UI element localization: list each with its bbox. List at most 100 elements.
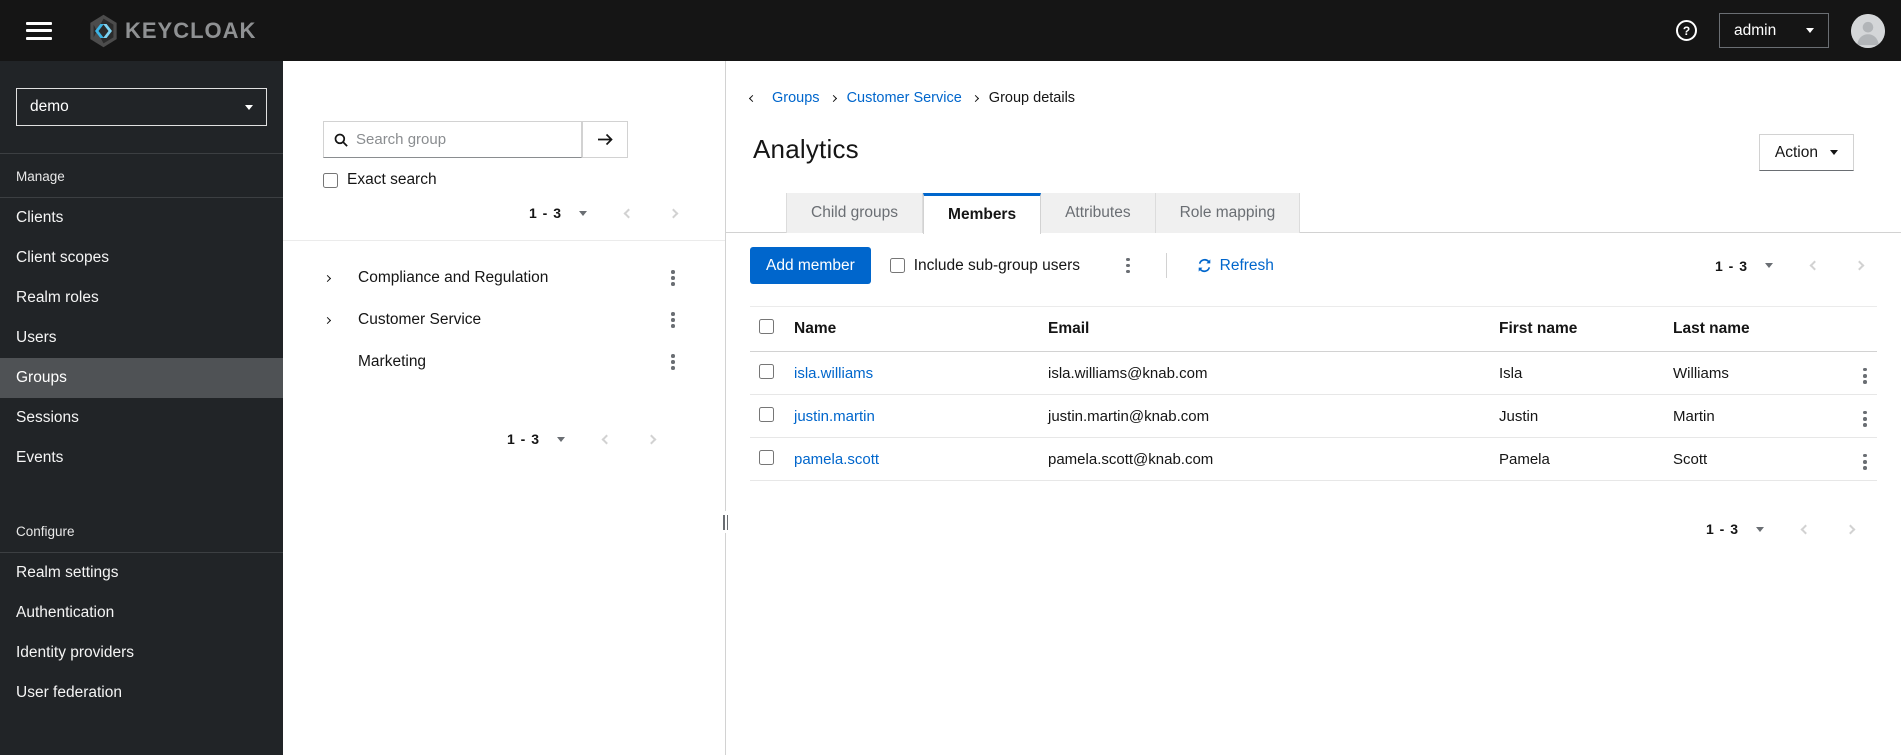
hamburger-menu-icon[interactable] <box>26 21 52 40</box>
member-last-name: Scott <box>1673 450 1708 468</box>
tab-role-mapping[interactable]: Role mapping <box>1155 193 1301 233</box>
user-menu-dropdown[interactable]: admin <box>1719 13 1829 48</box>
chevron-down-icon <box>1806 28 1814 33</box>
column-header-first-name[interactable]: First name <box>1499 307 1673 352</box>
pagination-next-button[interactable] <box>1854 260 1865 271</box>
brand-text: KEYCLOAK <box>125 17 257 43</box>
member-name-link[interactable]: isla.williams <box>794 365 873 382</box>
sidebar-item-client-scopes[interactable]: Client scopes <box>0 238 283 278</box>
column-header-last-name[interactable]: Last name <box>1673 307 1831 352</box>
expand-icon[interactable] <box>323 274 347 282</box>
chevron-down-icon[interactable] <box>1765 263 1773 268</box>
help-icon[interactable]: ? <box>1676 20 1697 41</box>
chevron-down-icon[interactable] <box>579 210 587 216</box>
member-last-name: Martin <box>1673 407 1715 425</box>
breadcrumb: Groups Customer Service Group details <box>748 90 1075 106</box>
pagination-next-button[interactable] <box>668 208 679 218</box>
tab-members[interactable]: Members <box>923 193 1042 234</box>
member-name-link[interactable]: justin.martin <box>794 408 875 425</box>
row-kebab-icon[interactable] <box>1857 407 1873 431</box>
member-name-link[interactable]: pamela.scott <box>794 451 879 468</box>
pagination-prev-button[interactable] <box>601 434 612 444</box>
row-checkbox[interactable] <box>759 406 774 422</box>
tree-pagination-top: 1 - 3 <box>529 205 679 221</box>
chevron-down-icon <box>1830 150 1838 155</box>
add-member-button[interactable]: Add member <box>750 247 871 284</box>
chevron-down-icon[interactable] <box>557 436 565 442</box>
sidebar-item-realm-settings[interactable]: Realm settings <box>0 553 283 593</box>
masthead: KEYCLOAK ? admin <box>0 0 1901 61</box>
kebab-menu-icon[interactable] <box>665 266 681 290</box>
back-chevron-icon[interactable] <box>748 94 757 102</box>
panel-resize-handle[interactable] <box>720 511 731 533</box>
sidebar-item-events[interactable]: Events <box>0 438 283 478</box>
pagination-range[interactable]: 1 - 3 <box>529 205 562 221</box>
refresh-label: Refresh <box>1219 256 1274 274</box>
row-checkbox[interactable] <box>759 363 774 379</box>
include-subgroups-label: Include sub-group users <box>913 256 1081 274</box>
arrow-right-icon <box>597 133 613 146</box>
sidebar: demo Manage Clients Client scopes Realm … <box>0 61 283 755</box>
pagination-next-button[interactable] <box>646 434 657 444</box>
kebab-menu-icon[interactable] <box>665 308 681 332</box>
sidebar-item-sessions[interactable]: Sessions <box>0 398 283 438</box>
nav-section-configure: Configure <box>0 509 283 553</box>
column-header-email[interactable]: Email <box>1048 307 1499 352</box>
sidebar-item-identity-providers[interactable]: Identity providers <box>0 633 283 673</box>
action-dropdown[interactable]: Action <box>1758 134 1854 171</box>
search-group-input[interactable] <box>356 131 571 148</box>
include-subgroups-checkbox[interactable] <box>889 258 905 273</box>
chevron-down-icon[interactable] <box>1756 526 1764 532</box>
row-kebab-icon[interactable] <box>1857 450 1873 474</box>
tree-item-label[interactable]: Compliance and Regulation <box>358 269 665 287</box>
chevron-right-icon <box>829 94 837 102</box>
search-submit-button[interactable] <box>582 121 628 158</box>
pagination-prev-button[interactable] <box>623 208 634 218</box>
row-checkbox[interactable] <box>759 449 774 465</box>
member-email: isla.williams@knab.com <box>1048 364 1208 382</box>
breadcrumb-link-customer-service[interactable]: Customer Service <box>847 90 962 106</box>
action-dropdown-label: Action <box>1774 143 1818 161</box>
realm-selector[interactable]: demo <box>16 88 267 126</box>
realm-selector-block: demo <box>0 61 283 154</box>
refresh-button[interactable]: Refresh <box>1197 257 1274 275</box>
groups-tree: Compliance and Regulation Customer Servi… <box>283 257 725 383</box>
sidebar-item-clients[interactable]: Clients <box>0 198 283 238</box>
sidebar-item-users[interactable]: Users <box>0 318 283 358</box>
search-group-box <box>323 121 582 158</box>
avatar[interactable] <box>1851 13 1885 48</box>
member-first-name: Justin <box>1499 407 1539 425</box>
exact-search-checkbox[interactable] <box>323 172 338 188</box>
pagination-prev-button[interactable] <box>1800 524 1811 534</box>
toolbar-kebab-icon[interactable] <box>1120 254 1136 278</box>
member-first-name: Isla <box>1499 364 1523 382</box>
pagination-prev-button[interactable] <box>1809 260 1820 271</box>
column-header-name[interactable]: Name <box>794 307 1048 352</box>
pagination-range[interactable]: 1 - 3 <box>1715 258 1748 274</box>
member-email: justin.martin@knab.com <box>1048 407 1210 425</box>
tree-item-label[interactable]: Marketing <box>358 353 665 371</box>
chevron-right-icon <box>971 94 979 102</box>
pagination-range[interactable]: 1 - 3 <box>1706 521 1739 537</box>
breadcrumb-link-groups[interactable]: Groups <box>772 90 820 106</box>
tree-item-label[interactable]: Customer Service <box>358 311 665 329</box>
tree-pagination-bottom: 1 - 3 <box>507 431 657 447</box>
select-all-checkbox[interactable] <box>759 319 774 334</box>
pagination-next-button[interactable] <box>1845 524 1856 534</box>
sidebar-item-groups[interactable]: Groups <box>0 358 283 398</box>
sidebar-item-user-federation[interactable]: User federation <box>0 673 283 713</box>
expand-icon[interactable] <box>323 316 347 324</box>
sidebar-item-authentication[interactable]: Authentication <box>0 593 283 633</box>
pagination-range[interactable]: 1 - 3 <box>507 431 540 447</box>
sidebar-item-realm-roles[interactable]: Realm roles <box>0 278 283 318</box>
chevron-down-icon <box>245 104 253 110</box>
tab-child-groups[interactable]: Child groups <box>786 193 924 233</box>
groups-tree-panel: Exact search 1 - 3 Compliance and Regula… <box>283 61 731 755</box>
kebab-menu-icon[interactable] <box>665 350 681 374</box>
tree-item-compliance-and-regulation: Compliance and Regulation <box>283 257 725 299</box>
tab-attributes[interactable]: Attributes <box>1041 193 1156 233</box>
group-details-main: Groups Customer Service Group details An… <box>726 61 1901 755</box>
row-kebab-icon[interactable] <box>1857 364 1873 388</box>
search-icon <box>334 133 348 147</box>
table-pagination-bottom: 1 - 3 <box>1706 521 1856 537</box>
